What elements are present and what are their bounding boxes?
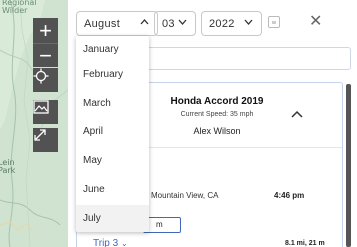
month-select[interactable]: August <box>76 11 158 36</box>
vehicle-speed: Current Speed: 35 mph <box>180 111 254 118</box>
locate-icon <box>33 68 49 84</box>
chevron-down-icon <box>244 19 253 25</box>
trip-label: Trip 3 <box>93 238 119 247</box>
month-option[interactable]: March <box>76 90 149 118</box>
month-option[interactable]: May <box>76 147 149 175</box>
vehicle-name: Honda Accord 2019 <box>170 96 264 107</box>
month-option[interactable]: April <box>76 118 149 146</box>
minus-icon: − <box>39 42 52 68</box>
zoom-in-button[interactable]: + <box>33 18 58 43</box>
zoom-out-button[interactable]: − <box>33 42 58 68</box>
trip-distance: 8.1 mi, 21 m <box>285 240 325 247</box>
chevron-down-icon: ⌄ <box>120 239 128 247</box>
trip-address: St, Mountain View, CA <box>139 191 219 200</box>
chevron-down-icon <box>178 19 187 25</box>
map-view[interactable]: Regional Wilder Lein Park + − <box>0 0 68 247</box>
chevron-up-icon[interactable] <box>291 110 303 118</box>
map-place-label: Regional Wilder <box>2 0 37 15</box>
map-layers-button[interactable] <box>33 100 58 124</box>
year-select[interactable]: 2022 <box>201 11 262 36</box>
map-place-label: Lein Park <box>0 158 16 175</box>
calendar-icon[interactable] <box>268 16 280 28</box>
month-option[interactable]: January <box>76 36 149 64</box>
driver-name: Alex Wilson <box>193 126 241 136</box>
month-value: August <box>84 17 121 30</box>
plus-icon: + <box>39 17 52 43</box>
close-icon[interactable]: ✕ <box>309 14 322 30</box>
year-value: 2022 <box>209 17 235 30</box>
month-dropdown: January February March April May June Ju… <box>76 36 149 232</box>
month-option[interactable]: February <box>76 61 149 89</box>
scrollbar[interactable] <box>346 84 351 247</box>
expand-icon <box>34 129 46 141</box>
day-select[interactable]: 03 <box>154 11 196 36</box>
trip-time: 4:46 pm <box>274 191 305 200</box>
month-option[interactable]: July <box>76 205 149 232</box>
fullscreen-button[interactable] <box>33 128 58 152</box>
month-option[interactable]: June <box>76 176 149 204</box>
chevron-up-icon <box>140 19 149 25</box>
day-value: 03 <box>162 17 175 30</box>
locate-button[interactable] <box>33 68 58 92</box>
trip-toggle[interactable]: Trip 3 ⌄ <box>93 238 128 247</box>
image-layers-icon <box>33 100 49 114</box>
